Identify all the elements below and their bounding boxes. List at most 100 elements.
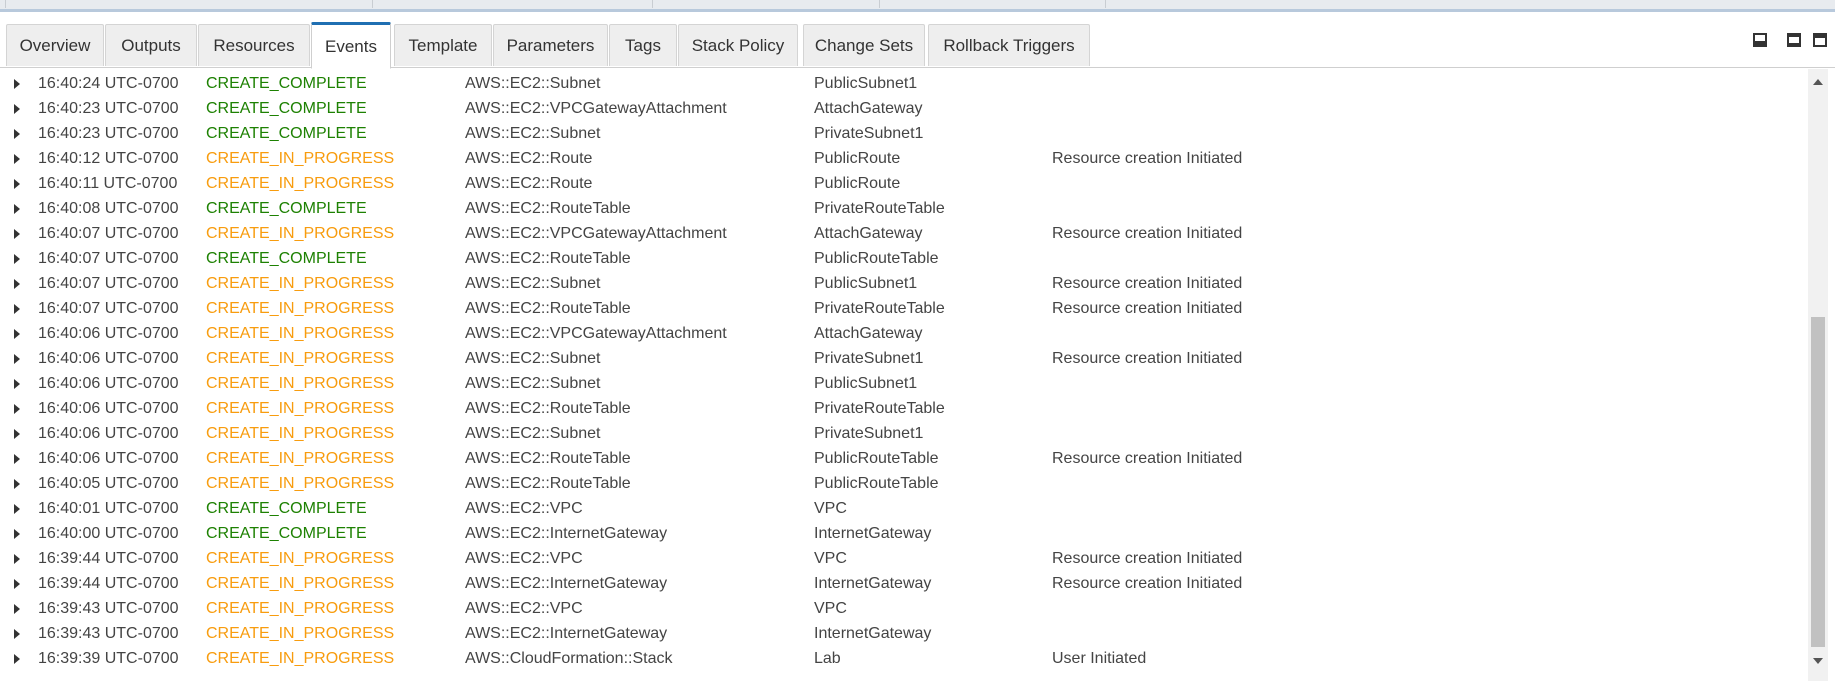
- tab-resources[interactable]: Resources: [198, 24, 310, 66]
- event-row[interactable]: 16:40:12 UTC-0700 CREATE_IN_PROGRESS AWS::…: [0, 146, 1808, 171]
- caret-right-icon[interactable]: [14, 79, 20, 89]
- event-row[interactable]: 16:40:06 UTC-0700 CREATE_IN_PROGRESS AWS::…: [0, 396, 1808, 421]
- caret-right-icon[interactable]: [14, 654, 20, 664]
- event-row[interactable]: 16:40:23 UTC-0700 CREATE_COMPLETE AWS::EC2…: [0, 96, 1808, 121]
- header-divider: [652, 0, 653, 8]
- event-resource-type: AWS::EC2::RouteTable: [465, 250, 631, 267]
- tab-parameters[interactable]: Parameters: [493, 24, 608, 66]
- tab-overview[interactable]: Overview: [6, 24, 104, 66]
- event-row[interactable]: 16:40:08 UTC-0700 CREATE_COMPLETE AWS::EC2…: [0, 196, 1808, 221]
- caret-right-icon[interactable]: [14, 104, 20, 114]
- caret-right-icon[interactable]: [14, 604, 20, 614]
- event-row[interactable]: 16:40:05 UTC-0700 CREATE_IN_PROGRESS AWS::…: [0, 471, 1808, 496]
- event-resource-type: AWS::EC2::Subnet: [465, 425, 601, 442]
- event-row[interactable]: 16:40:07 UTC-0700 CREATE_IN_PROGRESS AWS::…: [0, 271, 1808, 296]
- caret-right-icon[interactable]: [14, 304, 20, 314]
- event-logical-id: PublicRoute: [814, 150, 901, 167]
- caret-right-icon[interactable]: [14, 279, 20, 289]
- event-row[interactable]: 16:40:06 UTC-0700 CREATE_IN_PROGRESS AWS::…: [0, 371, 1808, 396]
- event-resource-type: AWS::CloudFormation::Stack: [465, 650, 673, 667]
- caret-right-icon[interactable]: [14, 204, 20, 214]
- event-timestamp: 16:39:44 UTC-0700: [38, 575, 179, 592]
- event-row[interactable]: 16:40:06 UTC-0700 CREATE_IN_PROGRESS AWS::…: [0, 446, 1808, 471]
- event-logical-id: PrivateSubnet1: [814, 125, 924, 142]
- event-row[interactable]: 16:39:43 UTC-0700 CREATE_IN_PROGRESS AWS::…: [0, 621, 1808, 646]
- event-row[interactable]: 16:40:24 UTC-0700 CREATE_COMPLETE AWS::EC2…: [0, 71, 1808, 96]
- event-resource-type: AWS::EC2::Subnet: [465, 75, 601, 92]
- caret-right-icon[interactable]: [14, 629, 20, 639]
- event-row[interactable]: 16:40:07 UTC-0700 CREATE_IN_PROGRESS AWS::…: [0, 221, 1808, 246]
- caret-right-icon[interactable]: [14, 504, 20, 514]
- event-timestamp: 16:40:12 UTC-0700: [38, 150, 179, 167]
- scroll-up-arrow-icon[interactable]: [1813, 79, 1823, 85]
- event-logical-id: AttachGateway: [814, 225, 923, 242]
- event-row[interactable]: 16:39:44 UTC-0700 CREATE_IN_PROGRESS AWS::…: [0, 546, 1808, 571]
- event-status: CREATE_IN_PROGRESS: [206, 600, 395, 617]
- event-row[interactable]: 16:40:07 UTC-0700 CREATE_COMPLETE AWS::EC2…: [0, 246, 1808, 271]
- event-status: CREATE_IN_PROGRESS: [206, 150, 395, 167]
- event-timestamp: 16:40:00 UTC-0700: [38, 525, 179, 542]
- caret-right-icon[interactable]: [14, 354, 20, 364]
- scroll-down-arrow-icon[interactable]: [1813, 658, 1823, 664]
- panel-maximize-icon[interactable]: [1813, 33, 1827, 47]
- event-row[interactable]: 16:40:11 UTC-0700 CREATE_IN_PROGRESS AWS::…: [0, 171, 1808, 196]
- tab-rollback-triggers[interactable]: Rollback Triggers: [928, 24, 1090, 66]
- event-resource-type: AWS::EC2::Subnet: [465, 275, 601, 292]
- tab-stack-policy[interactable]: Stack Policy: [678, 24, 798, 66]
- event-timestamp: 16:40:23 UTC-0700: [38, 125, 179, 142]
- caret-right-icon[interactable]: [14, 129, 20, 139]
- event-logical-id: PrivateSubnet1: [814, 350, 924, 367]
- caret-right-icon[interactable]: [14, 579, 20, 589]
- event-row[interactable]: 16:40:06 UTC-0700 CREATE_IN_PROGRESS AWS::…: [0, 346, 1808, 371]
- caret-right-icon[interactable]: [14, 254, 20, 264]
- event-row[interactable]: 16:40:23 UTC-0700 CREATE_COMPLETE AWS::EC2…: [0, 121, 1808, 146]
- event-resource-type: AWS::EC2::Subnet: [465, 350, 601, 367]
- event-timestamp: 16:40:24 UTC-0700: [38, 75, 179, 92]
- event-row[interactable]: 16:40:06 UTC-0700 CREATE_IN_PROGRESS AWS::…: [0, 421, 1808, 446]
- event-resource-type: AWS::EC2::VPCGatewayAttachment: [465, 100, 727, 117]
- event-timestamp: 16:40:07 UTC-0700: [38, 275, 179, 292]
- events-scrollbar[interactable]: [1808, 69, 1828, 681]
- caret-right-icon[interactable]: [14, 379, 20, 389]
- event-logical-id: PublicSubnet1: [814, 75, 918, 92]
- event-row[interactable]: 16:40:01 UTC-0700 CREATE_COMPLETE AWS::EC2…: [0, 496, 1808, 521]
- event-row[interactable]: 16:39:43 UTC-0700 CREATE_IN_PROGRESS AWS::…: [0, 596, 1808, 621]
- event-logical-id: VPC: [814, 550, 847, 567]
- event-row[interactable]: 16:39:44 UTC-0700 CREATE_IN_PROGRESS AWS::…: [0, 571, 1808, 596]
- event-resource-type: AWS::EC2::VPC: [465, 600, 583, 617]
- event-logical-id: PrivateRouteTable: [814, 300, 945, 317]
- scrollbar-thumb[interactable]: [1811, 317, 1825, 647]
- tab-change-sets[interactable]: Change Sets: [803, 24, 925, 66]
- event-row[interactable]: 16:40:00 UTC-0700 CREATE_COMPLETE AWS::EC2…: [0, 521, 1808, 546]
- event-logical-id: PublicRouteTable: [814, 450, 939, 467]
- event-logical-id: VPC: [814, 600, 847, 617]
- event-status-reason: Resource creation Initiated: [1052, 350, 1243, 367]
- caret-right-icon[interactable]: [14, 429, 20, 439]
- event-status: CREATE_IN_PROGRESS: [206, 350, 395, 367]
- caret-right-icon[interactable]: [14, 554, 20, 564]
- tab-tags[interactable]: Tags: [609, 24, 677, 66]
- panel-minimize-icon[interactable]: [1753, 33, 1767, 47]
- caret-right-icon[interactable]: [14, 404, 20, 414]
- panel-split-icon[interactable]: [1787, 33, 1801, 47]
- caret-right-icon[interactable]: [14, 329, 20, 339]
- event-logical-id: PrivateSubnet1: [814, 425, 924, 442]
- event-resource-type: AWS::EC2::RouteTable: [465, 200, 631, 217]
- event-resource-type: AWS::EC2::Subnet: [465, 375, 601, 392]
- stack-detail-tabs: Overview Outputs Resources Events Templa…: [0, 12, 1835, 69]
- caret-right-icon[interactable]: [14, 154, 20, 164]
- event-row[interactable]: 16:39:39 UTC-0700 CREATE_IN_PROGRESS AWS::…: [0, 646, 1808, 671]
- event-timestamp: 16:39:43 UTC-0700: [38, 625, 179, 642]
- event-status: CREATE_COMPLETE: [206, 75, 367, 92]
- caret-right-icon[interactable]: [14, 529, 20, 539]
- tab-template[interactable]: Template: [394, 24, 492, 66]
- caret-right-icon[interactable]: [14, 479, 20, 489]
- caret-right-icon[interactable]: [14, 229, 20, 239]
- event-row[interactable]: 16:40:06 UTC-0700 CREATE_IN_PROGRESS AWS::…: [0, 321, 1808, 346]
- caret-right-icon[interactable]: [14, 179, 20, 189]
- tab-outputs[interactable]: Outputs: [105, 24, 197, 66]
- event-row[interactable]: 16:40:07 UTC-0700 CREATE_IN_PROGRESS AWS::…: [0, 296, 1808, 321]
- caret-right-icon[interactable]: [14, 454, 20, 464]
- event-timestamp: 16:39:44 UTC-0700: [38, 550, 179, 567]
- tab-events[interactable]: Events: [311, 22, 391, 69]
